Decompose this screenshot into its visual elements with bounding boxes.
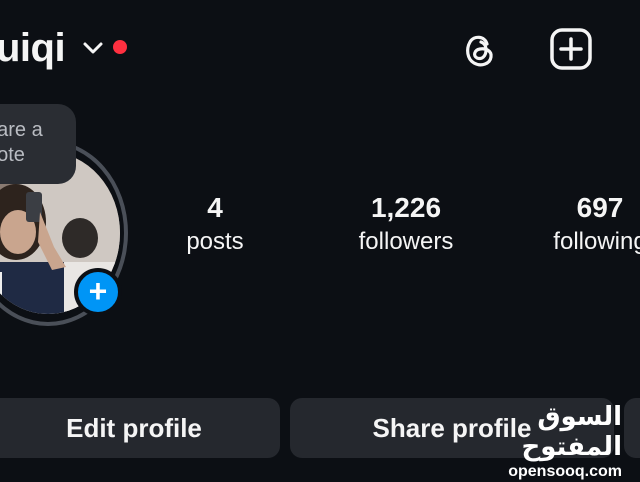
create-icon[interactable]	[548, 26, 594, 72]
notification-dot	[113, 40, 127, 54]
posts-label: posts	[186, 228, 244, 255]
watermark-latin: opensooq.com	[508, 463, 622, 480]
note-placeholder[interactable]: hare a note	[0, 118, 66, 168]
chevron-down-icon[interactable]	[82, 40, 104, 56]
plus-icon[interactable]: +	[74, 268, 122, 316]
following-stat[interactable]: 697 following	[540, 190, 640, 258]
followers-stat[interactable]: 1,226 followers	[340, 190, 472, 258]
threads-icon[interactable]	[456, 26, 502, 72]
profile-username[interactable]: uiqi	[0, 22, 66, 74]
edit-profile-button[interactable]: Edit profile	[0, 398, 280, 458]
followers-label: followers	[358, 228, 454, 255]
following-count: 697	[576, 192, 624, 223]
share-profile-button[interactable]: Share profile	[290, 398, 614, 458]
posts-stat[interactable]: 4 posts	[170, 190, 260, 258]
more-options-button[interactable]	[624, 398, 640, 458]
posts-count: 4	[207, 192, 223, 223]
following-label: following	[553, 228, 640, 255]
followers-count: 1,226	[370, 192, 442, 223]
